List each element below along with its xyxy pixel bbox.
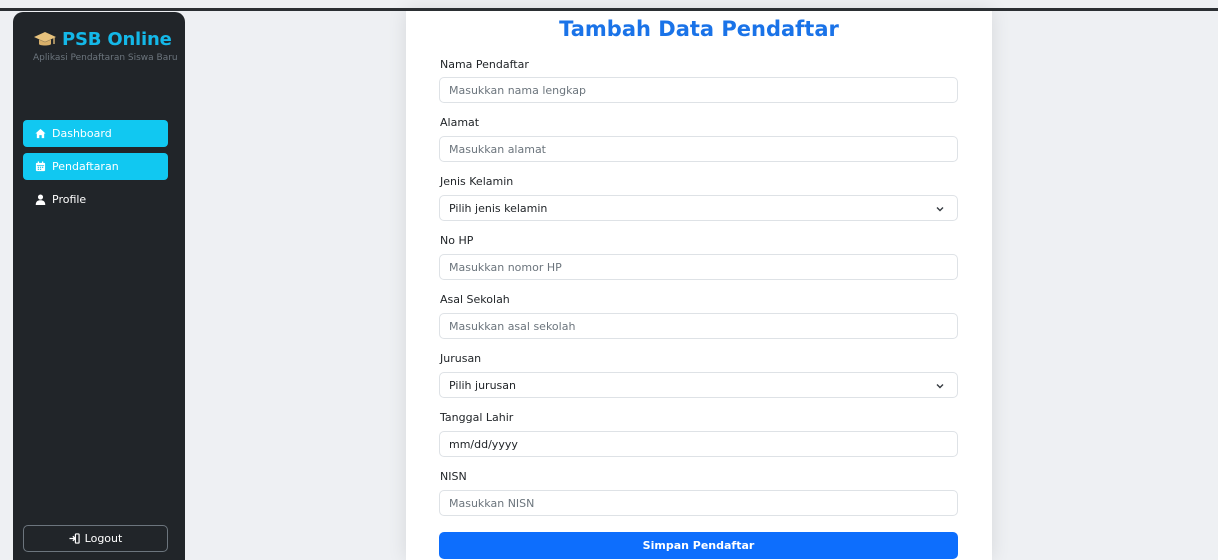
no-hp-placeholder: Masukkan nomor HP [449,260,562,274]
no-hp-label: No HP [440,234,474,247]
chevron-down-icon [936,384,944,389]
nisn-placeholder: Masukkan NISN [449,496,535,510]
no-hp-input[interactable]: Masukkan nomor HP [439,254,958,280]
form-card: Tambah Data Pendaftar Nama Pendaftar Mas… [406,10,992,560]
jenis-kelamin-label: Jenis Kelamin [440,175,514,188]
jenis-kelamin-value: Pilih jenis kelamin [449,201,548,215]
nama-placeholder: Masukkan nama lengkap [449,83,587,97]
nama-input[interactable]: Masukkan nama lengkap [439,77,958,103]
home-icon [34,127,47,140]
logout-label: Logout [84,532,123,545]
nisn-label: NISN [440,470,467,483]
sidebar: PSB Online Aplikasi Pendaftaran Siswa Ba… [13,12,185,560]
sidebar-item-label: Dashboard [52,127,112,140]
user-icon [34,193,47,206]
save-button[interactable]: Simpan Pendaftar [439,532,958,559]
nama-label: Nama Pendaftar [440,58,529,71]
alamat-input[interactable]: Masukkan alamat [439,136,958,162]
logout-button[interactable]: Logout [23,525,168,552]
sidebar-item-pendaftaran[interactable]: Pendaftaran [23,153,168,180]
jurusan-select[interactable]: Pilih jurusan [439,372,958,398]
tanggal-lahir-label: Tanggal Lahir [440,411,514,424]
jenis-kelamin-select[interactable]: Pilih jenis kelamin [439,195,958,221]
tanggal-lahir-value: mm/dd/yyyy [449,437,518,451]
page-title: Tambah Data Pendaftar [559,17,839,41]
sidebar-item-profile[interactable]: Profile [23,186,168,213]
brand-subtitle: Aplikasi Pendaftaran Siswa Baru [33,53,178,63]
asal-sekolah-input[interactable]: Masukkan asal sekolah [439,313,958,339]
brand-name: PSB Online [62,29,172,50]
tanggal-lahir-input[interactable]: mm/dd/yyyy [439,431,958,457]
asal-sekolah-label: Asal Sekolah [440,293,510,306]
sidebar-item-label: Pendaftaran [52,160,119,173]
logout-icon [69,533,80,544]
jurusan-value: Pilih jurusan [449,378,516,392]
nisn-input[interactable]: Masukkan NISN [439,490,958,516]
chevron-down-icon [936,207,944,212]
brand[interactable]: PSB Online [33,29,172,50]
calendar-icon [34,160,47,173]
sidebar-item-dashboard[interactable]: Dashboard [23,120,168,147]
top-border [0,8,1218,11]
alamat-placeholder: Masukkan alamat [449,142,546,156]
jurusan-label: Jurusan [440,352,482,365]
alamat-label: Alamat [440,116,480,129]
asal-sekolah-placeholder: Masukkan asal sekolah [449,319,576,333]
sidebar-item-label: Profile [52,193,87,206]
graduation-cap-icon [34,31,56,45]
